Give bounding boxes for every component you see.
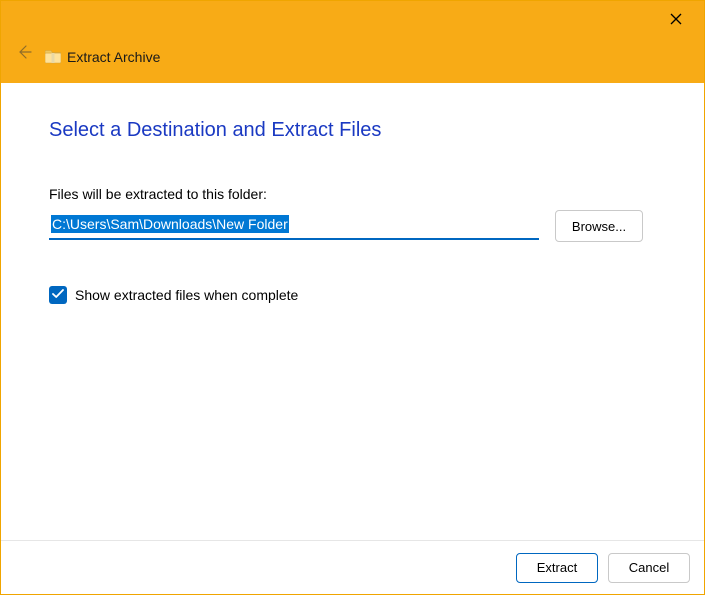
destination-label: Files will be extracted to this folder: (49, 186, 656, 202)
back-button[interactable] (13, 43, 35, 65)
content-area: Select a Destination and Extract Files F… (1, 83, 704, 304)
close-icon (670, 12, 682, 30)
extract-button[interactable]: Extract (516, 553, 598, 583)
destination-row: C:\Users\Sam\Downloads\New Folder Browse… (49, 210, 656, 242)
destination-path-text: C:\Users\Sam\Downloads\New Folder (51, 215, 289, 233)
title-bar: Extract Archive (1, 1, 704, 83)
window-title: Extract Archive (67, 49, 160, 65)
close-button[interactable] (664, 9, 688, 33)
show-files-label: Show extracted files when complete (75, 287, 298, 303)
cancel-button[interactable]: Cancel (608, 553, 690, 583)
browse-button[interactable]: Browse... (555, 210, 643, 242)
page-heading: Select a Destination and Extract Files (49, 119, 656, 142)
arrow-left-icon (16, 44, 32, 65)
archive-folder-icon (45, 49, 61, 65)
destination-input[interactable]: C:\Users\Sam\Downloads\New Folder (49, 210, 539, 240)
show-files-row: Show extracted files when complete (49, 286, 656, 304)
dialog-footer: Extract Cancel (1, 540, 704, 594)
show-files-checkbox[interactable] (49, 286, 67, 304)
checkmark-icon (52, 286, 64, 304)
